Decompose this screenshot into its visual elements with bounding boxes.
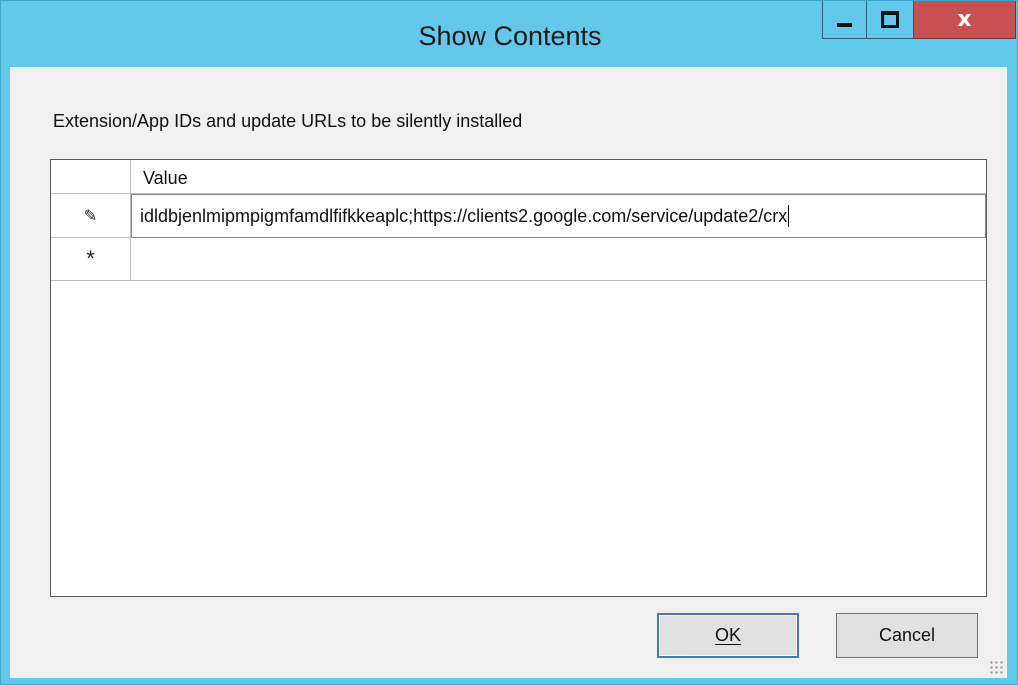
row-header-editing[interactable]: ✎ — [51, 194, 131, 238]
value-cell-editing[interactable]: idldbjenlmipmpigmfamdlfifkkeaplc;https:/… — [131, 194, 986, 238]
dialog-window: Show Contents x Extension/App IDs and up… — [0, 0, 1018, 685]
maximize-button[interactable] — [866, 1, 914, 39]
cancel-button[interactable]: Cancel — [836, 613, 978, 658]
close-icon: x — [957, 7, 972, 32]
resize-grip[interactable] — [989, 660, 1003, 674]
pencil-icon: ✎ — [83, 207, 98, 225]
ok-button[interactable]: OK — [657, 613, 799, 658]
table-row[interactable]: ✎ idldbjenlmipmpigmfamdlfifkkeaplc;https… — [51, 194, 986, 238]
ok-label: OK — [714, 625, 741, 645]
minimize-button[interactable] — [822, 1, 866, 39]
minimize-icon — [837, 22, 852, 27]
dialog-client-area: Extension/App IDs and update URLs to be … — [10, 67, 1007, 678]
table-row-new[interactable]: * — [51, 238, 986, 281]
new-row-icon: * — [86, 246, 95, 271]
value-cell-text: idldbjenlmipmpigmfamdlfifkkeaplc;https:/… — [140, 205, 788, 226]
row-header-corner[interactable] — [51, 160, 131, 194]
maximize-icon — [881, 11, 899, 28]
list-caption: Extension/App IDs and update URLs to be … — [53, 111, 523, 131]
grid-header-row: Value — [51, 160, 986, 194]
text-caret — [788, 205, 790, 227]
close-button[interactable]: x — [914, 1, 1016, 39]
value-cell-new[interactable] — [131, 238, 986, 281]
row-header-new[interactable]: * — [51, 238, 131, 281]
cancel-label: Cancel — [878, 625, 936, 645]
value-grid[interactable]: Value ✎ idldbjenlmipmpigmfamdlfifkkeaplc… — [50, 159, 987, 597]
column-header-value[interactable]: Value — [131, 160, 986, 194]
